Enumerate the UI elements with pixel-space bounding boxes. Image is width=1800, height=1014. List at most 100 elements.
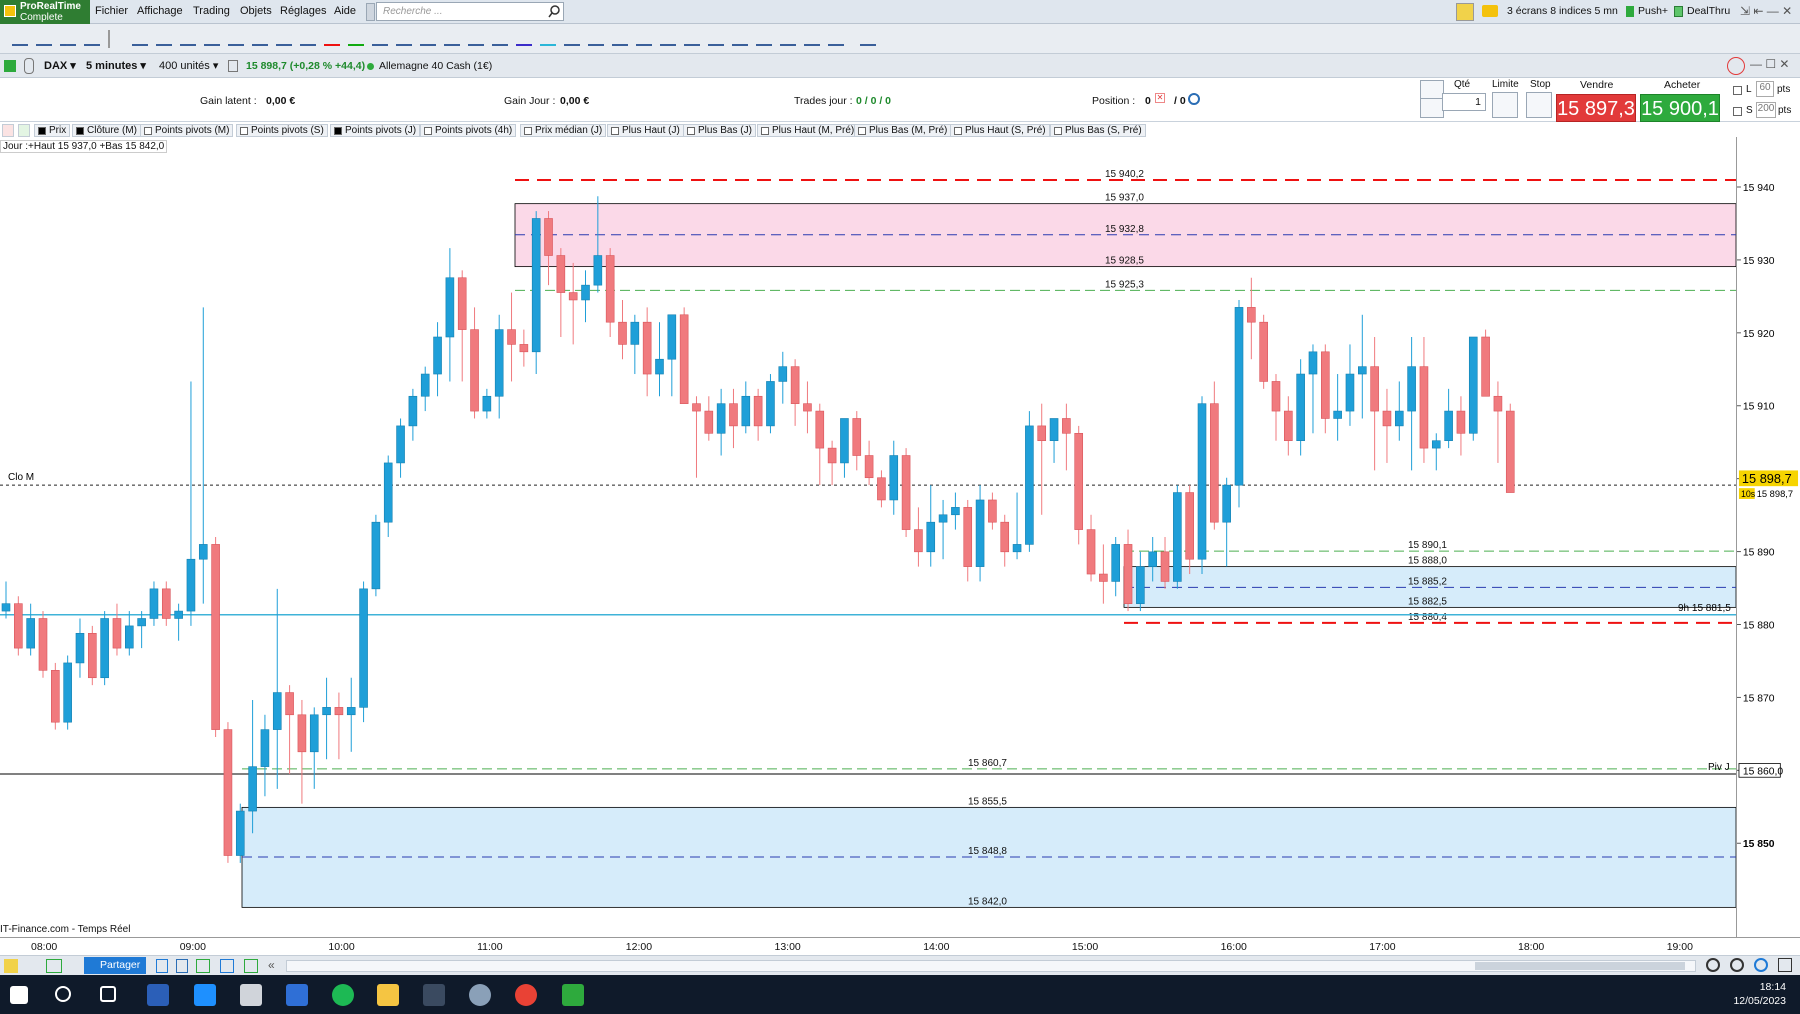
crosshair-tool-icon[interactable] xyxy=(156,32,172,46)
outlook-icon[interactable] xyxy=(286,984,308,1006)
hline-tool-icon[interactable] xyxy=(420,32,436,46)
legend-item[interactable]: Points pivots (4h) xyxy=(420,124,517,137)
pointer-tool-icon[interactable] xyxy=(36,32,52,46)
line-tool-tool-icon[interactable] xyxy=(252,32,268,46)
rect5-tool-icon[interactable] xyxy=(732,32,748,46)
rect3-tool-icon[interactable] xyxy=(684,32,700,46)
zoom-out-icon[interactable] xyxy=(1730,958,1744,972)
chrome-icon[interactable] xyxy=(515,984,537,1006)
calculator-icon[interactable] xyxy=(423,984,445,1006)
pencil-tool-icon[interactable] xyxy=(12,32,28,46)
arrow-right-tool-icon[interactable] xyxy=(372,32,388,46)
file-explorer-icon[interactable] xyxy=(377,984,399,1006)
position-settings-icon[interactable] xyxy=(1188,93,1200,105)
segment-blue-tool-icon[interactable] xyxy=(516,32,532,46)
legend-add-icon[interactable] xyxy=(2,124,14,137)
legend-item[interactable]: Plus Haut (S, Pré) xyxy=(950,124,1050,137)
retracement-tool-icon[interactable] xyxy=(492,32,508,46)
fib-tool-icon[interactable] xyxy=(468,32,484,46)
limit-order-button[interactable] xyxy=(1492,92,1518,118)
measure-tool-icon[interactable] xyxy=(756,32,772,46)
scrollbar-thumb[interactable] xyxy=(1475,962,1685,970)
trendline-tool-icon[interactable] xyxy=(444,32,460,46)
spotify-icon[interactable] xyxy=(332,984,354,1006)
trash-tool-icon[interactable] xyxy=(228,32,244,46)
legend-checkbox[interactable] xyxy=(611,127,619,135)
keyboard-taskbar-icon[interactable] xyxy=(240,984,262,1006)
menu-objets[interactable]: Objets xyxy=(240,5,272,17)
pen-icon[interactable] xyxy=(4,959,18,973)
push-button[interactable]: Push+ xyxy=(1638,5,1668,17)
text2-tool-icon[interactable] xyxy=(780,32,796,46)
legend-checkbox[interactable] xyxy=(38,127,46,135)
price-chart[interactable]: 15 940,2 15 937,0 15 932,8 15 928,5 15 925,3… xyxy=(0,137,1736,937)
info-icon[interactable] xyxy=(228,60,238,72)
curve-tool-icon[interactable] xyxy=(300,32,316,46)
legend-item[interactable]: Points pivots (J) xyxy=(330,124,421,137)
legend-item[interactable]: Points pivots (M) xyxy=(140,124,234,137)
system-clock[interactable]: 18:14 12/05/2023 xyxy=(1733,980,1786,1008)
horizontal-scrollbar[interactable] xyxy=(286,960,1696,972)
legend-checkbox[interactable] xyxy=(761,127,769,135)
sep-tool-icon[interactable] xyxy=(108,30,110,48)
legend-item[interactable]: Plus Bas (S, Pré) xyxy=(1050,124,1146,137)
windows-start-icon[interactable] xyxy=(10,986,28,1004)
workspace-layout[interactable]: 3 écrans 8 indices 5 mn xyxy=(1507,5,1618,17)
window-icon[interactable] xyxy=(220,959,234,973)
task-view-icon[interactable] xyxy=(100,986,116,1002)
close-position-icon[interactable]: ✕ xyxy=(1155,93,1165,103)
legend-item[interactable]: Plus Haut (M, Pré) xyxy=(757,124,859,137)
note-tool-icon[interactable] xyxy=(588,32,604,46)
store-icon[interactable] xyxy=(194,984,216,1006)
legend-item[interactable]: Plus Bas (J) xyxy=(683,124,756,137)
template-icon[interactable] xyxy=(156,959,168,973)
channel-tool-icon[interactable] xyxy=(396,32,412,46)
circle-tool-icon[interactable] xyxy=(860,32,876,46)
zoom-fit-icon[interactable] xyxy=(1706,958,1720,972)
dealthru-button[interactable]: DealThru xyxy=(1687,5,1730,17)
message-icon[interactable] xyxy=(1482,5,1498,17)
legend-item[interactable]: Prix médian (J) xyxy=(520,124,607,137)
refresh-icon[interactable] xyxy=(1727,57,1745,75)
qty-input[interactable]: 1 xyxy=(1442,93,1486,111)
legend-checkbox[interactable] xyxy=(858,127,866,135)
instrument-select[interactable]: DAX ▾ xyxy=(40,57,80,75)
timeframe-select[interactable]: 5 minutes ▾ xyxy=(82,57,150,75)
keyboard-icon[interactable] xyxy=(1420,98,1444,118)
legend-checkbox[interactable] xyxy=(524,127,532,135)
window-controls-icon[interactable]: ⇲ ⇤ — ✕ xyxy=(1740,4,1792,18)
app-icon[interactable] xyxy=(469,984,491,1006)
rect4-tool-icon[interactable] xyxy=(708,32,724,46)
list-icon[interactable] xyxy=(176,959,188,973)
sell-button[interactable]: 15 897,3 xyxy=(1556,94,1636,122)
tools-tool-icon[interactable] xyxy=(828,32,844,46)
add-chart-icon[interactable] xyxy=(46,959,62,973)
legend-checkbox[interactable] xyxy=(144,127,152,135)
time-axis[interactable]: 08:00 09:00 10:00 11:00 12:00 13:00 14:00 15:00… xyxy=(0,937,1800,955)
chart-type-icon[interactable] xyxy=(4,60,16,72)
share-button[interactable]: Partager xyxy=(84,957,146,974)
magnet-tool-icon[interactable] xyxy=(132,32,148,46)
search-input[interactable]: Recherche ... xyxy=(376,2,564,21)
buy-button[interactable]: 15 900,1 xyxy=(1640,94,1720,122)
arrow-down-tool-icon[interactable] xyxy=(324,32,340,46)
arrow-up-tool-icon[interactable] xyxy=(348,32,364,46)
alarm-tool-icon[interactable] xyxy=(204,32,220,46)
legend-checkbox[interactable] xyxy=(687,127,695,135)
chart-tool-icon[interactable] xyxy=(1456,3,1474,21)
layout-icon[interactable] xyxy=(196,959,210,973)
menu-reglages[interactable]: Réglages xyxy=(280,5,326,17)
stop-order-button[interactable] xyxy=(1526,92,1552,118)
legend-checkbox[interactable] xyxy=(334,127,342,135)
projection-tool-icon[interactable] xyxy=(564,32,580,46)
zoom-tool-icon[interactable] xyxy=(60,32,76,46)
scroll-back-icon[interactable]: « xyxy=(268,958,275,972)
legend-checkbox[interactable] xyxy=(954,127,962,135)
legend-checkbox[interactable] xyxy=(76,127,84,135)
menu-aide[interactable]: Aide xyxy=(334,5,356,17)
link-tool-icon[interactable] xyxy=(276,32,292,46)
text-tool-icon[interactable] xyxy=(612,32,628,46)
screener-icon[interactable] xyxy=(244,959,258,973)
zoom-in-icon[interactable] xyxy=(1754,958,1768,972)
hline2-tool-icon[interactable] xyxy=(804,32,820,46)
